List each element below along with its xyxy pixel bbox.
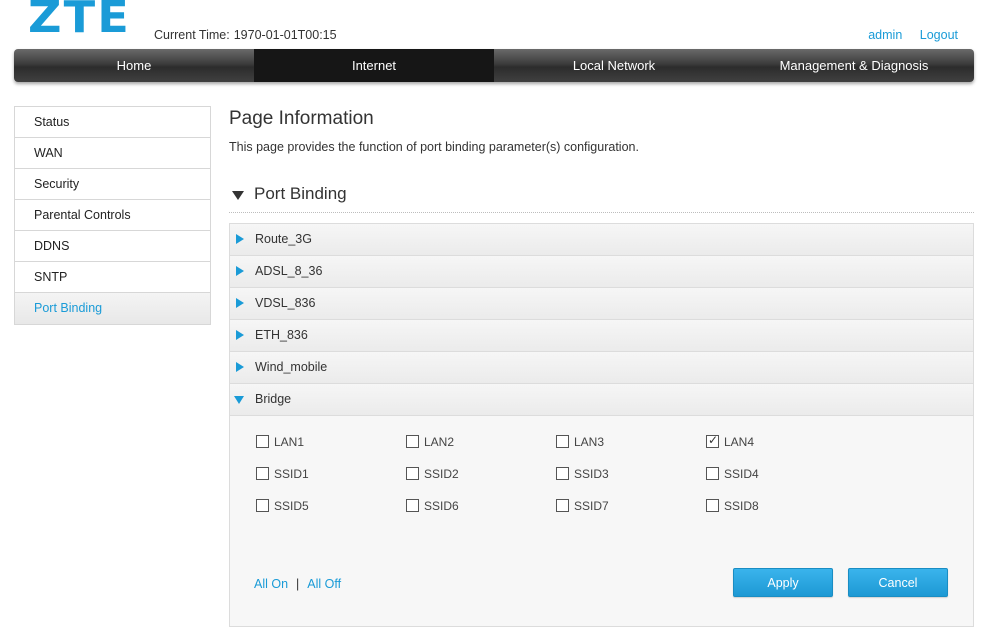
- admin-link[interactable]: admin: [868, 28, 902, 42]
- connection-label: ADSL_8_36: [255, 264, 323, 278]
- connection-row-vdsl-836[interactable]: VDSL_836: [229, 287, 974, 319]
- connection-label: Wind_mobile: [255, 360, 328, 374]
- sidebar-item-ddns[interactable]: DDNS: [15, 231, 210, 262]
- expand-arrow-icon: [236, 266, 244, 276]
- connection-label: VDSL_836: [255, 296, 316, 310]
- connection-label: Route_3G: [255, 232, 312, 246]
- toggle-all-links: All On | All Off: [254, 577, 341, 591]
- checkbox-box[interactable]: [256, 435, 269, 448]
- tab-internet[interactable]: Internet: [254, 49, 494, 82]
- side-navigation: Status WAN Security Parental Controls DD…: [14, 106, 211, 325]
- sidebar-item-parental-controls[interactable]: Parental Controls: [15, 200, 210, 231]
- all-on-link[interactable]: All On: [254, 577, 288, 591]
- link-separator: |: [296, 577, 300, 591]
- logout-link[interactable]: Logout: [920, 28, 958, 42]
- checkbox-label: LAN4: [724, 435, 755, 449]
- connection-label: Bridge: [255, 392, 292, 406]
- expand-arrow-icon: [236, 330, 244, 340]
- checkbox-box[interactable]: [406, 499, 419, 512]
- collapse-arrow-icon: [234, 396, 244, 404]
- checkbox-label: SSID5: [274, 499, 309, 513]
- current-time-value: 1970-01-01T00:15: [233, 28, 337, 42]
- connection-row-wind-mobile[interactable]: Wind_mobile: [229, 351, 974, 383]
- checkbox-label: SSID6: [424, 499, 459, 513]
- connection-row-eth-836[interactable]: ETH_836: [229, 319, 974, 351]
- collapse-triangle-icon: [232, 191, 244, 200]
- expand-arrow-icon: [236, 362, 244, 372]
- connection-row-route-3g[interactable]: Route_3G: [229, 223, 974, 255]
- port-binding-section-header[interactable]: Port Binding: [229, 183, 974, 213]
- checkbox-label: SSID2: [424, 467, 459, 481]
- all-off-link[interactable]: All Off: [307, 577, 341, 591]
- apply-button[interactable]: Apply: [733, 568, 833, 597]
- sidebar-item-port-binding[interactable]: Port Binding: [15, 293, 210, 324]
- top-navigation: Home Internet Local Network Management &…: [14, 49, 974, 82]
- checkbox-box-checked[interactable]: [706, 433, 719, 448]
- checkbox-label: LAN3: [574, 435, 605, 449]
- checkbox-label: SSID1: [274, 467, 309, 481]
- checkbox-box[interactable]: [556, 467, 569, 480]
- connection-label: ETH_836: [255, 328, 308, 342]
- expand-arrow-icon: [236, 298, 244, 308]
- tab-local-network[interactable]: Local Network: [494, 49, 734, 82]
- checkbox-label: LAN1: [274, 435, 305, 449]
- current-time-label: Current Time:: [154, 28, 230, 42]
- current-time: Current Time: 1970-01-01T00:15: [154, 28, 337, 42]
- checkbox-box[interactable]: [556, 435, 569, 448]
- cancel-button[interactable]: Cancel: [848, 568, 948, 597]
- sidebar-item-status[interactable]: Status: [15, 107, 210, 138]
- checkbox-box[interactable]: [706, 499, 719, 512]
- bridge-port-panel: LAN1 LAN2 LAN3 LAN4 SSID1 SSID2 SSID3: [229, 415, 974, 627]
- checkbox-label: SSID7: [574, 499, 609, 513]
- connection-accordion: Route_3G ADSL_8_36 VDSL_836 ETH_836 Wind…: [229, 223, 974, 627]
- checkbox-label: SSID8: [724, 499, 759, 513]
- page-title: Page Information: [229, 108, 374, 129]
- checkbox-box[interactable]: [556, 499, 569, 512]
- checkbox-box[interactable]: [256, 467, 269, 480]
- sidebar-item-sntp[interactable]: SNTP: [15, 262, 210, 293]
- checkbox-box[interactable]: [706, 467, 719, 480]
- checkbox-label: LAN2: [424, 435, 455, 449]
- checkbox-label: SSID3: [574, 467, 609, 481]
- tab-management-diagnosis[interactable]: Management & Diagnosis: [734, 49, 974, 82]
- section-title: Port Binding: [254, 184, 347, 203]
- checkbox-box[interactable]: [406, 435, 419, 448]
- sidebar-item-wan[interactable]: WAN: [15, 138, 210, 169]
- sidebar-item-security[interactable]: Security: [15, 169, 210, 200]
- header-links: admin Logout: [854, 28, 958, 42]
- zte-logo: ZTE: [28, 0, 131, 43]
- page-description: This page provides the function of port …: [229, 140, 639, 154]
- connection-row-bridge[interactable]: Bridge: [229, 383, 974, 415]
- connection-row-adsl-8-36[interactable]: ADSL_8_36: [229, 255, 974, 287]
- checkbox-box[interactable]: [406, 467, 419, 480]
- tab-home[interactable]: Home: [14, 49, 254, 82]
- checkbox-label: SSID4: [724, 467, 759, 481]
- checkbox-box[interactable]: [256, 499, 269, 512]
- expand-arrow-icon: [236, 234, 244, 244]
